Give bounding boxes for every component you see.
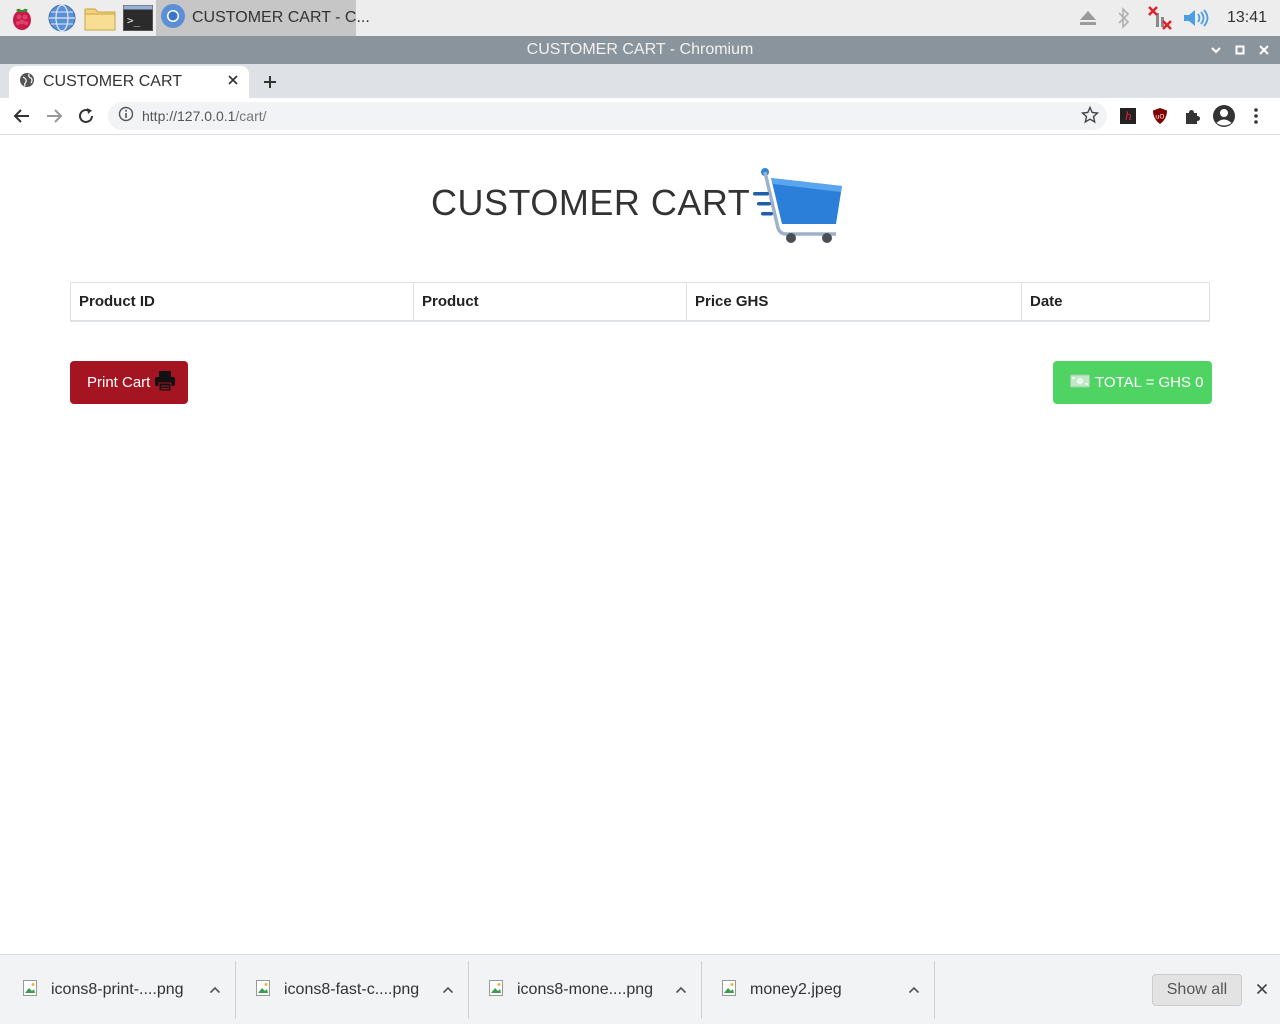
money-icon xyxy=(1070,373,1090,393)
download-item[interactable]: money2.jpeg xyxy=(702,961,935,1019)
cart-table: Product ID Product Price GHS Date xyxy=(70,282,1210,322)
url-text: http://127.0.0.1/cart/ xyxy=(142,108,267,124)
volume-icon[interactable] xyxy=(1178,0,1214,36)
extensions-puzzle-icon[interactable] xyxy=(1176,100,1208,132)
chevron-up-icon[interactable] xyxy=(894,986,934,994)
page-content: CUSTOMER CART Product ID Product Price G… xyxy=(0,136,1280,954)
globe-favicon-icon xyxy=(19,72,35,93)
bluetooth-icon[interactable] xyxy=(1106,0,1142,36)
eject-icon[interactable] xyxy=(1070,0,1106,36)
new-tab-plus-icon[interactable] xyxy=(256,68,284,96)
col-price: Price GHS xyxy=(686,282,1022,322)
tab-strip: CUSTOMER CART xyxy=(0,64,1280,98)
print-cart-label: Print Cart xyxy=(87,374,151,391)
forward-arrow-icon[interactable] xyxy=(38,100,70,132)
download-filename: icons8-mone....png xyxy=(517,981,654,998)
system-tray: 13:41 xyxy=(1070,0,1280,36)
ublock-shield-icon[interactable]: uO xyxy=(1144,100,1176,132)
minimize-chevron-icon[interactable] xyxy=(1204,36,1228,64)
col-date: Date xyxy=(1021,282,1210,322)
url-path: /cart/ xyxy=(235,108,267,124)
back-arrow-icon[interactable] xyxy=(6,100,38,132)
url-host: http://127.0.0.1 xyxy=(142,108,236,124)
printer-icon xyxy=(154,370,176,396)
svg-text:h: h xyxy=(1125,110,1132,123)
download-filename: icons8-fast-c....png xyxy=(284,981,420,998)
raspberry-menu-icon[interactable] xyxy=(0,0,44,36)
network-disconnected-icon[interactable] xyxy=(1142,0,1178,36)
chevron-up-icon[interactable] xyxy=(195,986,235,994)
taskbar-chromium-window[interactable]: CUSTOMER CART - C... xyxy=(156,0,370,36)
image-file-icon xyxy=(23,979,37,1001)
image-file-icon xyxy=(489,979,503,1001)
tab-title: CUSTOMER CART xyxy=(43,73,182,90)
page-title: CUSTOMER CART xyxy=(431,182,751,223)
total-button[interactable]: TOTAL = GHS 0 xyxy=(1053,361,1212,404)
download-item[interactable]: icons8-print-....png xyxy=(3,961,236,1019)
os-taskbar: >_ CUSTOMER CART - C... 13:41 xyxy=(0,0,1280,36)
col-product-id: Product ID xyxy=(70,282,414,322)
profile-avatar-icon[interactable] xyxy=(1208,100,1240,132)
browser-toolbar: http://127.0.0.1/cart/ h uO xyxy=(0,98,1280,135)
download-filename: money2.jpeg xyxy=(750,981,842,998)
col-product: Product xyxy=(413,282,687,322)
image-file-icon xyxy=(256,979,270,1001)
tab-customer-cart[interactable]: CUSTOMER CART xyxy=(9,66,249,98)
maximize-icon[interactable] xyxy=(1228,36,1252,64)
print-cart-button[interactable]: Print Cart xyxy=(70,361,188,404)
chevron-up-icon[interactable] xyxy=(661,986,701,994)
kebab-menu-icon[interactable] xyxy=(1240,100,1272,132)
bookmark-star-icon[interactable] xyxy=(1080,105,1100,129)
show-all-button[interactable]: Show all xyxy=(1152,974,1242,1006)
total-label: TOTAL = GHS 0 xyxy=(1095,374,1204,391)
shelf-close-icon[interactable] xyxy=(1250,977,1274,1001)
table-header-row: Product ID Product Price GHS Date xyxy=(70,282,1210,322)
image-file-icon xyxy=(722,979,736,1001)
svg-text:>_: >_ xyxy=(127,14,141,27)
shopping-cart-icon xyxy=(752,166,844,251)
download-item[interactable]: icons8-mone....png xyxy=(469,961,702,1019)
download-filename: icons8-print-....png xyxy=(51,981,184,998)
site-info-icon[interactable] xyxy=(118,106,134,127)
web-browser-launcher-icon[interactable] xyxy=(44,0,80,36)
clock: 13:41 xyxy=(1226,9,1268,26)
tab-close-icon[interactable] xyxy=(227,73,239,91)
chromium-icon xyxy=(160,3,186,34)
terminal-icon[interactable]: >_ xyxy=(120,0,156,36)
file-manager-icon[interactable] xyxy=(80,0,120,36)
window-title: CUSTOMER CART - Chromium xyxy=(526,41,754,58)
address-bar[interactable]: http://127.0.0.1/cart/ xyxy=(108,102,1107,130)
downloads-shelf: icons8-print-....png icons8-fast-c....pn… xyxy=(0,954,1280,1024)
window-title-bar: CUSTOMER CART - Chromium xyxy=(0,36,1280,64)
download-item[interactable]: icons8-fast-c....png xyxy=(236,961,469,1019)
extension-h-icon[interactable]: h xyxy=(1112,100,1144,132)
taskbar-app-title: CUSTOMER CART - C... xyxy=(192,9,370,26)
window-close-icon[interactable] xyxy=(1252,36,1276,64)
chevron-up-icon[interactable] xyxy=(428,986,468,994)
svg-text:uO: uO xyxy=(1155,113,1164,121)
reload-icon[interactable] xyxy=(70,100,102,132)
